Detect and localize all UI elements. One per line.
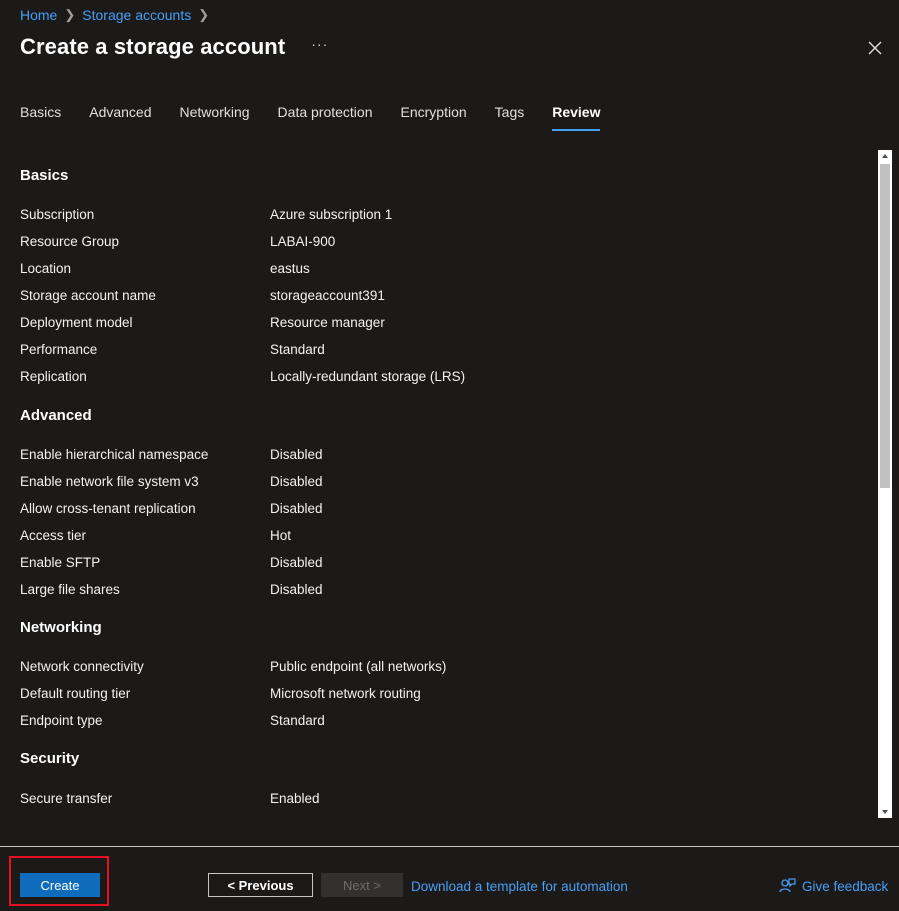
review-row: Network connectivity Public endpoint (all… [20, 659, 446, 674]
review-row: Default routing tier Microsoft network ro… [20, 686, 421, 701]
review-row-label: Enable hierarchical namespace [20, 447, 209, 462]
vertical-scrollbar[interactable] [878, 150, 892, 818]
review-row: Enable SFTP Disabled [20, 555, 323, 570]
download-template-link[interactable]: Download a template for automation [411, 879, 628, 894]
review-row-label: Performance [20, 342, 98, 357]
review-row-label: Resource Group [20, 234, 120, 249]
section-title-security: Security [20, 750, 80, 767]
page-title: Create a storage account [20, 34, 286, 59]
tab-encryption[interactable]: Encryption [401, 102, 467, 132]
review-row: Location eastus [20, 261, 310, 276]
review-row-label: Replication [20, 369, 87, 384]
review-row-label: Subscription [20, 207, 95, 222]
review-row-label: Location [20, 261, 72, 276]
previous-button[interactable]: < Previous [208, 873, 313, 897]
tab-tags[interactable]: Tags [495, 102, 525, 132]
tab-data-protection[interactable]: Data protection [278, 102, 373, 132]
tab-list: Basics Advanced Networking Data protecti… [20, 102, 628, 132]
chevron-right-icon: ❯ [64, 7, 76, 22]
review-row-value: Disabled [270, 555, 323, 570]
review-row-value: Disabled [270, 501, 323, 516]
close-icon[interactable] [867, 40, 883, 56]
tab-networking[interactable]: Networking [180, 102, 250, 132]
review-row: Replication Locally-redundant storage (LR… [20, 369, 465, 384]
more-options-icon[interactable]: ··· [311, 36, 328, 52]
review-row-value: Public endpoint (all networks) [270, 659, 447, 674]
review-row: Enable network file system v3 Disabled [20, 474, 323, 489]
review-row: Large file shares Disabled [20, 582, 323, 597]
review-row-value: Disabled [270, 474, 323, 489]
next-button: Next > [321, 873, 403, 897]
review-row: Storage account name storageaccount391 [20, 288, 385, 303]
review-row-value: Hot [270, 528, 292, 543]
review-row-value: eastus [270, 261, 310, 276]
give-feedback-link[interactable]: Give feedback [778, 877, 888, 895]
breadcrumb-home[interactable]: Home [20, 7, 57, 23]
review-row: Access tier Hot [20, 528, 291, 543]
review-row-value: Standard [270, 342, 325, 357]
title-row: Create a storage account ··· [20, 34, 328, 60]
section-title-networking: Networking [20, 619, 102, 636]
review-row-value: Standard [270, 713, 325, 728]
review-row-value: Disabled [270, 447, 323, 462]
review-row-value: LABAI-900 [270, 234, 336, 249]
review-row-value: storageaccount391 [270, 288, 385, 303]
scroll-down-arrow-icon[interactable] [878, 806, 892, 818]
section-title-basics: Basics [20, 167, 69, 184]
tab-advanced[interactable]: Advanced [89, 102, 151, 132]
review-row-value: Enabled [270, 791, 320, 806]
review-row: Allow cross-tenant replication Disabled [20, 501, 323, 516]
review-row-label: Enable network file system v3 [20, 474, 199, 489]
review-row-value: Locally-redundant storage (LRS) [270, 369, 466, 384]
review-content: Basics Subscription Azure subscription 1 … [0, 150, 878, 818]
section-title-advanced: Advanced [20, 407, 92, 424]
create-button[interactable]: Create [20, 873, 100, 897]
review-row-label: Secure transfer [20, 791, 113, 806]
review-row-value: Disabled [270, 582, 323, 597]
feedback-icon [779, 878, 796, 893]
tab-basics[interactable]: Basics [20, 102, 61, 132]
footer-divider [0, 846, 899, 847]
tab-review[interactable]: Review [552, 102, 601, 132]
chevron-right-icon: ❯ [198, 7, 210, 22]
review-row-label: Network connectivity [20, 659, 144, 674]
review-row-label: Default routing tier [20, 686, 131, 701]
review-row: Subscription Azure subscription 1 [20, 207, 392, 222]
review-row-value: Azure subscription 1 [270, 207, 393, 222]
review-row-value: Microsoft network routing [270, 686, 421, 701]
breadcrumb-storage-accounts[interactable]: Storage accounts [82, 7, 191, 23]
review-row: Secure transfer Enabled [20, 791, 320, 806]
review-row: Resource Group LABAI-900 [20, 234, 335, 249]
review-row-label: Storage account name [20, 288, 156, 303]
review-row: Endpoint type Standard [20, 713, 325, 728]
review-row-label: Deployment model [20, 315, 133, 330]
review-row-label: Access tier [20, 528, 87, 543]
breadcrumb: Home ❯ Storage accounts ❯ [20, 7, 209, 23]
review-row-label: Allow cross-tenant replication [20, 501, 196, 516]
review-row-label: Large file shares [20, 582, 120, 597]
review-row: Enable hierarchical namespace Disabled [20, 447, 323, 462]
review-row-label: Enable SFTP [20, 555, 101, 570]
review-row: Deployment model Resource manager [20, 315, 385, 330]
review-row-value: Resource manager [270, 315, 385, 330]
give-feedback-label: Give feedback [802, 878, 889, 894]
review-row: Performance Standard [20, 342, 325, 357]
scrollbar-thumb[interactable] [880, 164, 890, 488]
review-row-label: Endpoint type [20, 713, 103, 728]
scroll-up-arrow-icon[interactable] [878, 150, 892, 162]
